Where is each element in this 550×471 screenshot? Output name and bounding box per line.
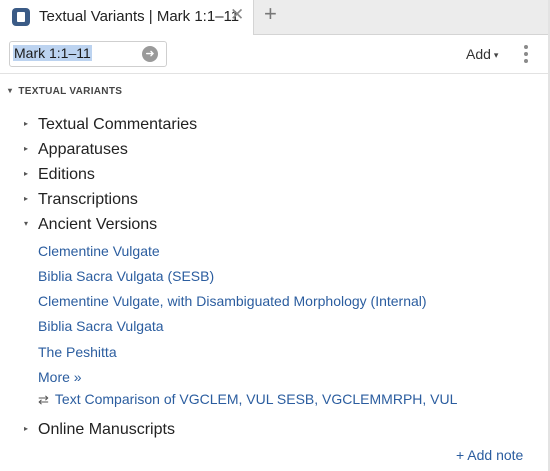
more-vertical-icon[interactable]: [524, 45, 528, 66]
tree-item-transcriptions[interactable]: ▸ Transcriptions: [24, 191, 138, 209]
chevron-right-icon: ▸: [24, 424, 29, 433]
reference-value[interactable]: Mark 1:1–11: [13, 45, 92, 61]
more-link[interactable]: More »: [38, 369, 82, 385]
close-icon[interactable]: ✕: [230, 6, 244, 23]
toolbar: Mark 1:1–11 ➜ Add ▾: [0, 35, 548, 74]
tree-item-label: Ancient Versions: [38, 216, 158, 233]
tree-item-apparatuses[interactable]: ▸ Apparatuses: [24, 141, 128, 159]
tree-item-editions[interactable]: ▸ Editions: [24, 166, 95, 184]
add-label: Add: [466, 46, 491, 62]
text-comparison-link[interactable]: ⇄ Text Comparison of VGCLEM, VUL SESB, VG…: [38, 391, 457, 408]
tree-item-ancient-versions[interactable]: ▾ Ancient Versions: [24, 216, 157, 234]
tab-bar: Textual Variants | Mark 1:1–11 ✕ +: [0, 0, 550, 35]
resource-icon: [12, 8, 30, 26]
tree-item-label: Editions: [38, 166, 95, 183]
reference-input[interactable]: Mark 1:1–11 ➜: [9, 41, 167, 67]
chevron-right-icon: ▸: [24, 144, 29, 153]
resource-link-biblia-sacra-vulgata[interactable]: Biblia Sacra Vulgata: [38, 318, 164, 334]
tree-item-label: Transcriptions: [38, 191, 138, 208]
chevron-right-icon: ▸: [24, 119, 29, 128]
resource-link-peshitta[interactable]: The Peshitta: [38, 344, 117, 360]
tree-item-textual-commentaries[interactable]: ▸ Textual Commentaries: [24, 116, 197, 134]
go-arrow-icon[interactable]: ➜: [142, 46, 158, 62]
chevron-down-icon: ▾: [24, 219, 29, 228]
chevron-down-icon: ▾: [493, 50, 499, 60]
tree-item-label: Apparatuses: [38, 141, 128, 158]
add-note-button[interactable]: + Add note: [456, 447, 523, 463]
add-button[interactable]: Add ▾: [466, 46, 498, 62]
chevron-down-icon: ▾: [8, 86, 13, 95]
tree-item-label: Textual Commentaries: [38, 116, 198, 133]
resource-link-vulgata-sesb[interactable]: Biblia Sacra Vulgata (SESB): [38, 268, 214, 284]
text-comparison-label: Text Comparison of VGCLEM, VUL SESB, VGC…: [54, 391, 458, 407]
tree-item-label: Online Manuscripts: [38, 421, 175, 438]
resource-link-clementine-vulgate-morph[interactable]: Clementine Vulgate, with Disambiguated M…: [38, 293, 427, 309]
section-title: TEXTUAL VARIANTS: [18, 86, 123, 97]
chevron-right-icon: ▸: [24, 169, 29, 178]
tab-title: Textual Variants | Mark 1:1–11: [39, 8, 240, 25]
chevron-right-icon: ▸: [24, 194, 29, 203]
section-header[interactable]: ▾ TEXTUAL VARIANTS: [8, 86, 122, 97]
resource-link-clementine-vulgate[interactable]: Clementine Vulgate: [38, 243, 160, 259]
plus-icon[interactable]: +: [264, 3, 277, 25]
tree-item-online-manuscripts[interactable]: ▸ Online Manuscripts: [24, 421, 175, 439]
compare-icon: ⇄: [38, 392, 49, 407]
tab-textual-variants[interactable]: Textual Variants | Mark 1:1–11 ✕: [0, 0, 254, 35]
